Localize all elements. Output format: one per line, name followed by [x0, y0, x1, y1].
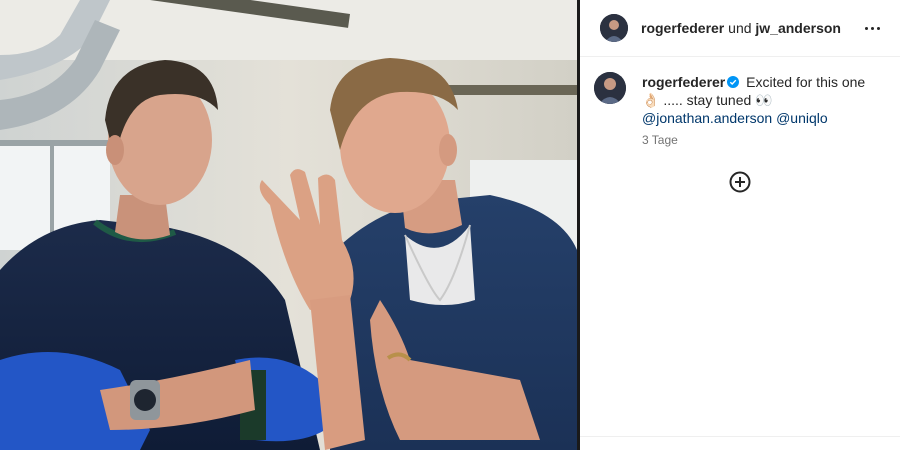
post-image[interactable] — [0, 0, 577, 450]
verified-badge-icon — [727, 76, 740, 88]
caption-emoji-ok: 👌🏻 — [642, 92, 660, 108]
plus-circle-icon[interactable] — [729, 171, 751, 193]
collaborator-username[interactable]: jw_anderson — [755, 20, 841, 36]
author-avatar[interactable] — [600, 14, 628, 42]
caption-emoji-eyes: 👀 — [755, 92, 773, 108]
caption-text-line1: Excited for this one — [746, 74, 866, 90]
caption-avatar[interactable] — [594, 72, 626, 104]
caption: rogerfederer Excited for this one 👌🏻 ...… — [642, 73, 882, 127]
more-dot — [876, 26, 880, 30]
author-username[interactable]: rogerfederer — [641, 20, 724, 36]
mention-jonathan-anderson[interactable]: @jonathan.anderson — [642, 110, 772, 126]
post-time[interactable]: 3 Tage — [642, 133, 678, 147]
more-dot — [870, 26, 874, 30]
post-header: rogerfederer und jw_anderson — [580, 0, 900, 57]
post-photo — [0, 0, 577, 450]
more-horizontal-icon — [864, 26, 868, 30]
mention-uniqlo[interactable]: @uniqlo — [776, 110, 828, 126]
post-sidebar: rogerfederer und jw_anderson rogerfedere… — [580, 0, 900, 450]
actions-divider — [580, 436, 900, 437]
caption-text-line2: ..... stay tuned — [663, 92, 752, 108]
post-owners: rogerfederer und jw_anderson — [641, 19, 841, 37]
collab-connector: und — [728, 20, 752, 36]
caption-username[interactable]: rogerfederer — [642, 74, 725, 90]
more-options-button[interactable] — [858, 14, 886, 42]
